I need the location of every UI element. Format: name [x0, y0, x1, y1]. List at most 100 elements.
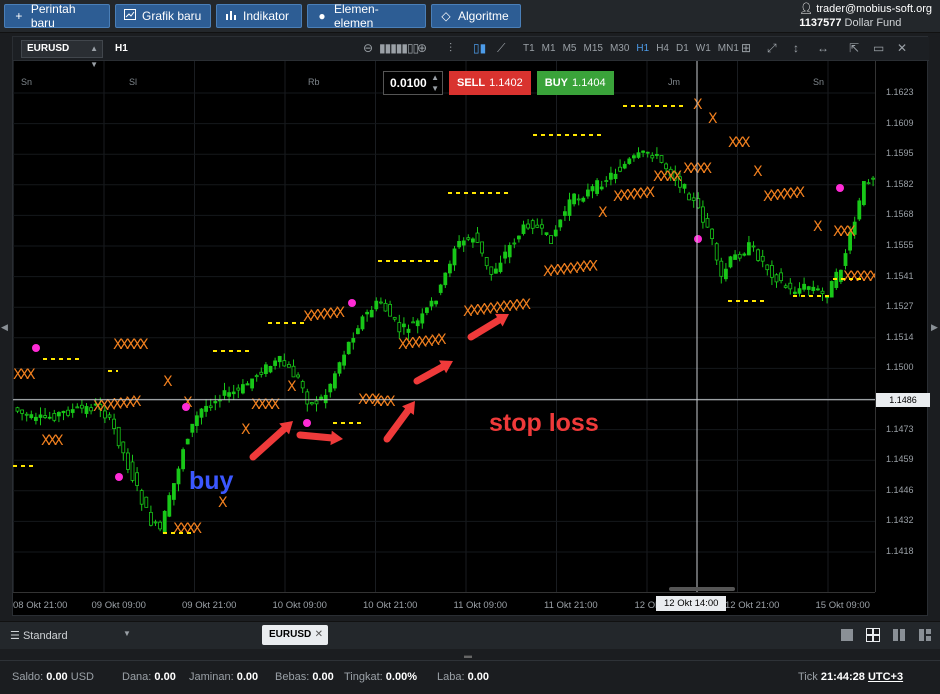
bebas-label: Bebas: [275, 671, 310, 683]
candle-body [392, 317, 397, 320]
candle-body [806, 286, 811, 290]
elements-button[interactable]: ● Elemen-elemen [307, 2, 426, 30]
buy-button[interactable]: BUY 1.1404 [536, 71, 614, 95]
timeframe-h1[interactable]: H1 [636, 43, 649, 54]
candle-body [429, 300, 434, 307]
candle-body [443, 272, 448, 286]
fullscreen-icon[interactable]: ⤢ [767, 41, 777, 56]
candle-body [710, 228, 714, 240]
candle-body [563, 211, 567, 216]
chevron-down-icon: ▼ [123, 629, 131, 638]
price-tick: 1.1555 [886, 240, 914, 250]
candle-body [342, 354, 347, 366]
timeframe-h4[interactable]: H4 [656, 43, 669, 54]
price-tick: 1.1432 [886, 515, 914, 526]
candle-chart-icon[interactable]: ▯▮ [473, 41, 486, 55]
account-info[interactable]: 👤︎ trader@mobius-soft.org 1137577 Dollar… [799, 2, 932, 30]
saldo-value: 0.00 [46, 671, 68, 683]
candle-body [305, 391, 310, 405]
timeframe-m30[interactable]: M30 [610, 43, 629, 54]
algorithm-button[interactable]: ◇ Algoritme [431, 4, 521, 28]
close-tab-icon[interactable]: ✕ [315, 625, 323, 645]
timeframe-m15[interactable]: M15 [583, 43, 602, 54]
timeframe-m1[interactable]: M1 [542, 43, 556, 54]
detach-icon[interactable]: ⇱ [849, 41, 859, 55]
candle-body [231, 391, 236, 395]
jaminan-value: 0.00 [236, 671, 259, 683]
timeframe-w1[interactable]: W1 [696, 43, 711, 54]
annotation-arrow [467, 314, 506, 341]
chart-scrollbar[interactable] [669, 587, 735, 591]
candle-body [52, 413, 57, 421]
vertical-scale-icon[interactable]: ↕ [793, 41, 799, 55]
time-tick: 09 Okt 09:00 [91, 600, 146, 611]
close-chart-icon[interactable]: ✕ [897, 41, 907, 55]
candle-body [544, 232, 549, 235]
candle-body [401, 323, 406, 328]
indicator-label: Indikator [243, 9, 290, 23]
candle-body [447, 263, 452, 274]
zoom-out-icon[interactable]: ⊖ [363, 41, 373, 55]
layout-select[interactable]: ☰ Standard ▼ [10, 629, 131, 642]
candle-body [245, 383, 250, 386]
candle-body [618, 166, 622, 172]
timezone-select[interactable]: UTC+3 [868, 671, 903, 683]
indicator-button[interactable]: Indikator [216, 4, 302, 28]
minimize-icon[interactable]: ▭ [873, 41, 884, 55]
day-label: Rb [308, 77, 320, 87]
layout-single-icon[interactable] [840, 628, 854, 642]
candle-body [222, 390, 227, 396]
layout-mixed-icon[interactable] [918, 628, 932, 642]
candle-body [484, 257, 489, 267]
candle-body [797, 288, 802, 294]
candle-body [80, 404, 84, 409]
layout-grid-icon[interactable] [866, 628, 880, 642]
timeframe-mn1[interactable]: MN1 [718, 43, 739, 54]
price-tick: 1.1527 [886, 301, 914, 312]
stop-marker: X [336, 305, 346, 321]
candle-body [254, 375, 259, 378]
price-axis[interactable]: 1.1623 1.1609 1.1595 1.1582 1.1568 1.1555 1.15… [875, 61, 930, 592]
candle-body [609, 172, 613, 180]
horizontal-scale-icon[interactable]: ↔ [817, 41, 829, 55]
line-chart-icon[interactable]: ⟋ [497, 41, 505, 56]
buy-label: BUY [544, 77, 569, 89]
stop-marker: X [693, 97, 703, 113]
chart-window: EURUSD ▲ ▼ H1 ⊖ ▮▮▮▮▮▯▯ ⊕ ⫶ ▯▮ ⟋ T1 M1 M5 M1… [12, 36, 930, 616]
time-axis[interactable]: 08 Okt 21:00 09 Okt 09:00 09 Okt 21:00 10 O… [13, 592, 875, 616]
candle-body [176, 468, 181, 485]
price-tick: 1.1595 [886, 148, 914, 159]
stop-marker: X [589, 258, 599, 274]
candle-body [346, 341, 351, 355]
candle-body [659, 155, 664, 163]
panel-resize-icon[interactable]: ▬ [464, 651, 476, 660]
new-order-button[interactable]: + Perintah baru [4, 2, 110, 30]
candle-body [737, 253, 742, 259]
candle-body [282, 360, 287, 367]
tab-eurusd[interactable]: EURUSD ✕ [262, 625, 328, 645]
sell-button[interactable]: SELL 1.1402 [449, 71, 531, 95]
candle-body [461, 240, 466, 246]
left-panel-toggle-icon[interactable]: ◀ [1, 322, 9, 336]
price-plot[interactable]: XXXXXXXXXXXXXXXXXXXXXXXXXXXXXXXXXXXXXXXX… [13, 61, 875, 592]
stop-marker: X [437, 332, 447, 348]
right-panel-toggle-icon[interactable]: ▶ [931, 322, 939, 336]
timeframe-m5[interactable]: M5 [563, 43, 577, 54]
symbol-select[interactable]: EURUSD ▲ ▼ [21, 40, 103, 69]
candle-body [365, 311, 370, 315]
candle-body [116, 426, 121, 447]
crosshair-time-label: 12 Okt 14:00 [656, 596, 727, 611]
lot-size-input[interactable]: 0.0100 ▲ ▼ [383, 71, 443, 95]
grid-icon[interactable]: ⊞ [741, 41, 751, 55]
bar-chart-icon[interactable]: ⫶ [449, 41, 452, 56]
new-chart-button[interactable]: Grafik baru [115, 4, 211, 28]
candle-body [567, 199, 572, 216]
candle-body [760, 255, 765, 262]
user-icon: 👤︎ [799, 3, 814, 15]
signal-dot [182, 403, 190, 411]
layout-columns-icon[interactable] [892, 628, 906, 642]
timeframe-d1[interactable]: D1 [676, 43, 689, 54]
zoom-in-icon[interactable]: ⊕ [417, 41, 427, 55]
zoom-slider[interactable]: ▮▮▮▮▮▯▯ [379, 41, 419, 55]
timeframe-t1[interactable]: T1 [523, 43, 535, 54]
